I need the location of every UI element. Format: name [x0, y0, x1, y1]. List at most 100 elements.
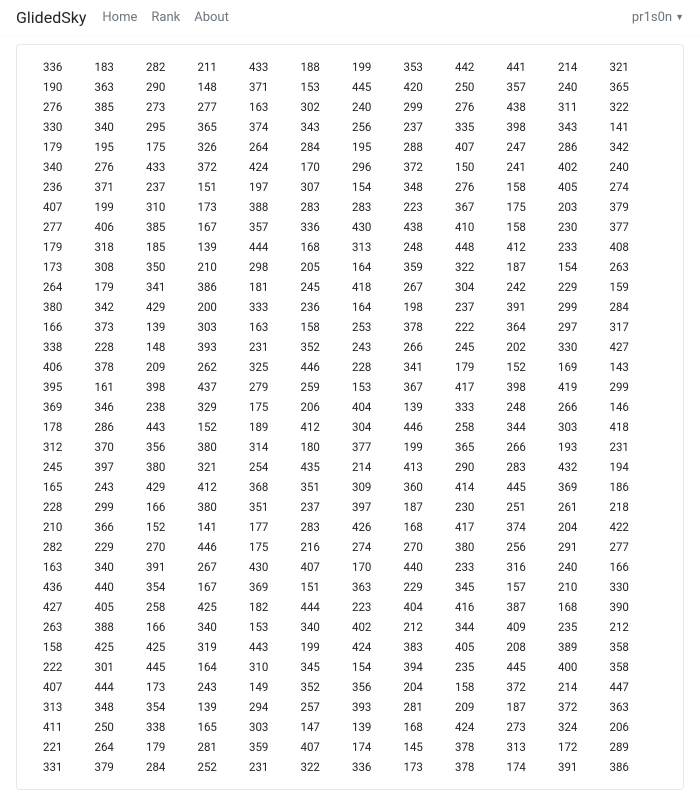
cell: 223 — [350, 599, 402, 615]
cell: 276 — [41, 99, 93, 115]
cell: 165 — [41, 479, 93, 495]
cell: 264 — [41, 279, 93, 295]
cell: 359 — [247, 739, 299, 755]
cell: 282 — [41, 539, 93, 555]
cell: 425 — [196, 599, 248, 615]
nav-rank[interactable]: Rank — [151, 10, 180, 25]
cell: 286 — [556, 139, 608, 155]
nav-home[interactable]: Home — [102, 10, 137, 25]
cell: 245 — [453, 339, 505, 355]
cell: 438 — [402, 219, 454, 235]
nav-about[interactable]: About — [194, 10, 229, 25]
cell: 263 — [608, 259, 660, 275]
cell: 358 — [608, 639, 660, 655]
cell: 284 — [144, 759, 196, 775]
cell: 266 — [402, 339, 454, 355]
cell: 205 — [299, 259, 351, 275]
cell: 299 — [556, 299, 608, 315]
cell: 149 — [247, 679, 299, 695]
cell: 296 — [350, 159, 402, 175]
cell: 173 — [144, 679, 196, 695]
cell: 336 — [41, 59, 93, 75]
cell: 324 — [556, 719, 608, 735]
cell: 427 — [41, 599, 93, 615]
numbers-grid: 3361832822114331881993534424412143211903… — [41, 59, 659, 775]
cell: 283 — [505, 459, 557, 475]
cell: 200 — [196, 299, 248, 315]
cell: 245 — [41, 459, 93, 475]
cell: 195 — [93, 139, 145, 155]
cell: 350 — [144, 259, 196, 275]
cell: 148 — [144, 339, 196, 355]
cell: 308 — [93, 259, 145, 275]
cell: 210 — [556, 579, 608, 595]
cell: 247 — [505, 139, 557, 155]
cell: 405 — [556, 179, 608, 195]
cell: 411 — [41, 719, 93, 735]
cell: 235 — [453, 659, 505, 675]
cell: 240 — [556, 79, 608, 95]
cell: 363 — [93, 79, 145, 95]
cell: 380 — [453, 539, 505, 555]
cell: 281 — [402, 699, 454, 715]
brand[interactable]: GlidedSky — [16, 8, 86, 27]
cell: 273 — [144, 99, 196, 115]
cell: 408 — [608, 239, 660, 255]
cell: 356 — [350, 679, 402, 695]
cell: 199 — [350, 59, 402, 75]
cell: 183 — [93, 59, 145, 75]
cell: 286 — [93, 419, 145, 435]
user-menu[interactable]: pr1s0n ▼ — [632, 10, 684, 25]
cell: 317 — [608, 319, 660, 335]
cell: 407 — [299, 559, 351, 575]
cell: 442 — [453, 59, 505, 75]
cell: 168 — [299, 239, 351, 255]
cell: 288 — [402, 139, 454, 155]
cell: 318 — [93, 239, 145, 255]
cell: 303 — [196, 319, 248, 335]
cell: 373 — [93, 319, 145, 335]
cell: 404 — [350, 399, 402, 415]
cell: 210 — [41, 519, 93, 535]
cell: 398 — [144, 379, 196, 395]
cell: 193 — [556, 439, 608, 455]
cell: 179 — [453, 359, 505, 375]
cell: 230 — [453, 499, 505, 515]
cell: 407 — [41, 679, 93, 695]
cell: 444 — [93, 679, 145, 695]
cell: 228 — [93, 339, 145, 355]
cell: 152 — [505, 359, 557, 375]
cell: 163 — [247, 319, 299, 335]
cell: 243 — [93, 479, 145, 495]
cell: 206 — [608, 719, 660, 735]
cell: 237 — [144, 179, 196, 195]
cell: 352 — [299, 339, 351, 355]
cell: 340 — [93, 559, 145, 575]
cell: 240 — [556, 559, 608, 575]
cell: 424 — [350, 639, 402, 655]
cell: 385 — [93, 99, 145, 115]
cell: 380 — [144, 459, 196, 475]
cell: 236 — [41, 179, 93, 195]
cell: 310 — [247, 659, 299, 675]
cell: 333 — [247, 299, 299, 315]
cell: 385 — [144, 219, 196, 235]
cell: 145 — [402, 739, 454, 755]
cell: 165 — [196, 719, 248, 735]
cell: 262 — [196, 359, 248, 375]
cell: 263 — [41, 619, 93, 635]
cell: 267 — [196, 559, 248, 575]
cell: 378 — [93, 359, 145, 375]
cell: 204 — [556, 519, 608, 535]
cell: 322 — [299, 759, 351, 775]
cell: 405 — [453, 639, 505, 655]
cell: 377 — [608, 219, 660, 235]
cell: 139 — [350, 719, 402, 735]
cell: 340 — [299, 619, 351, 635]
cell: 204 — [402, 679, 454, 695]
cell: 228 — [41, 499, 93, 515]
cell: 231 — [247, 339, 299, 355]
cell: 422 — [608, 519, 660, 535]
cell: 357 — [505, 79, 557, 95]
cell: 228 — [350, 359, 402, 375]
